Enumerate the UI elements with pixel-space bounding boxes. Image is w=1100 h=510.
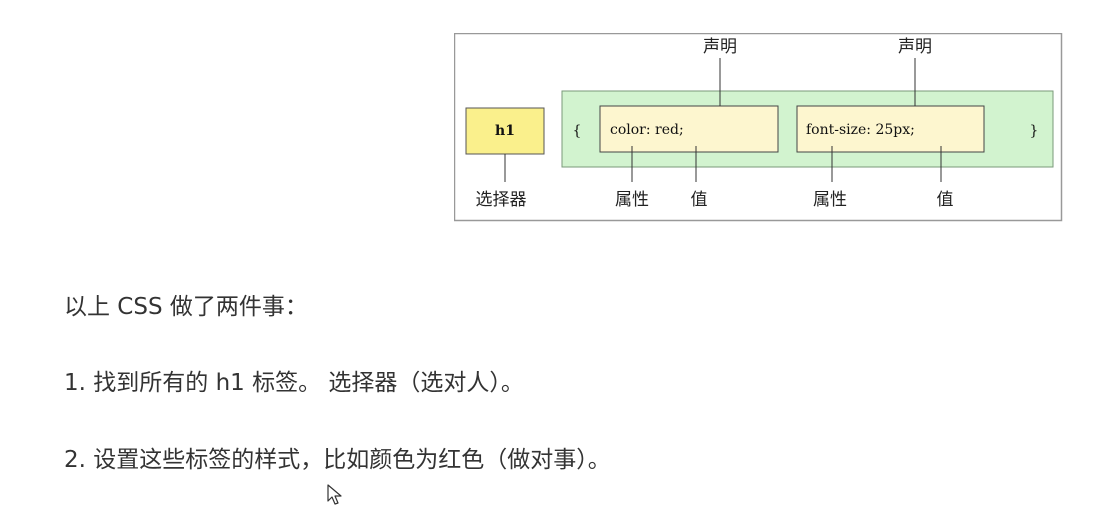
property-label-2: 属性 [813, 190, 847, 210]
declaration-2-text: font-size: 25px; [806, 122, 915, 138]
value-label-2: 值 [937, 190, 954, 210]
property-label-1: 属性 [615, 190, 649, 210]
close-brace: } [1030, 123, 1039, 139]
mouse-pointer-icon [327, 484, 347, 510]
declaration-1-text: color: red; [610, 122, 684, 138]
value-label-1: 值 [691, 190, 708, 210]
selector-tag: h1 [495, 123, 515, 139]
selector-label: 选择器 [476, 190, 527, 210]
intro-line: 以上 CSS 做了两件事： [64, 294, 308, 320]
step-1-line: 1. 找到所有的 h1 标签。 选择器（选对人）。 [64, 370, 524, 396]
open-brace: { [573, 123, 582, 139]
css-syntax-diagram: h1 { } color: red; font-size: 25px; 声明 声… [453, 32, 1064, 227]
step-2-line: 2. 设置这些标签的样式，比如颜色为红色（做对事）。 [64, 447, 611, 473]
declaration-label-1: 声明 [703, 37, 737, 57]
css-syntax-figure: h1 { } color: red; font-size: 25px; 声明 声… [453, 32, 1063, 222]
declaration-label-2: 声明 [898, 37, 932, 57]
